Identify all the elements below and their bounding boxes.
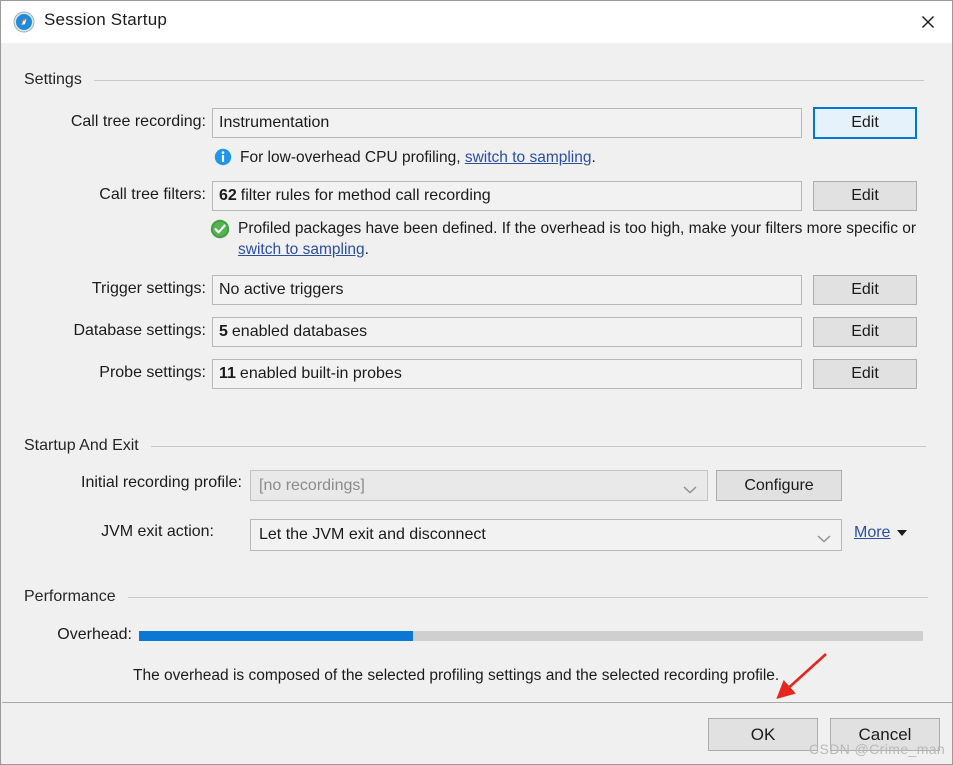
- section-rule: [93, 79, 924, 81]
- label-call-tree-recording: Call tree recording:: [70, 113, 206, 130]
- window-title: Session Startup: [44, 10, 168, 29]
- hint-prefix: For low-overhead CPU profiling,: [240, 149, 465, 166]
- hint-suffix: .: [364, 241, 369, 258]
- configure-label: Configure: [744, 476, 814, 494]
- edit-call-tree-filters-button[interactable]: Edit: [813, 181, 917, 211]
- edit-call-tree-recording-label: Edit: [851, 114, 879, 131]
- initial-recording-profile-dropdown[interactable]: [no recordings]: [250, 470, 708, 501]
- edit-call-tree-filters-label: Edit: [851, 187, 879, 204]
- jprofiler-compass-icon: [13, 11, 35, 33]
- section-title-performance: Performance: [24, 588, 116, 605]
- field-probe-settings-value: enabled built-in probes: [239, 365, 402, 382]
- edit-probe-settings-button[interactable]: Edit: [813, 359, 917, 389]
- ok-label: OK: [750, 724, 776, 744]
- field-probe-settings-count: 11: [219, 365, 236, 382]
- more-link[interactable]: More: [854, 524, 908, 542]
- label-jvm-exit-action: JVM exit action:: [101, 523, 214, 540]
- label-overhead: Overhead:: [57, 626, 132, 643]
- cancel-button[interactable]: Cancel: [830, 718, 940, 751]
- configure-button[interactable]: Configure: [716, 470, 842, 501]
- switch-to-sampling-link-1[interactable]: switch to sampling: [465, 149, 592, 166]
- success-check-icon: [210, 219, 230, 239]
- label-call-tree-filters: Call tree filters:: [99, 186, 206, 203]
- edit-database-settings-button[interactable]: Edit: [813, 317, 917, 347]
- close-button[interactable]: [902, 1, 952, 43]
- close-icon: [922, 16, 934, 28]
- label-probe-settings: Probe settings:: [99, 364, 206, 381]
- label-database-settings: Database settings:: [73, 322, 206, 339]
- cancel-label: Cancel: [858, 724, 912, 744]
- label-initial-recording-profile: Initial recording profile:: [81, 474, 242, 491]
- hint-call-tree-filters: Profiled packages have been defined. If …: [238, 218, 928, 260]
- field-trigger-settings-value: No active triggers: [219, 281, 344, 298]
- dialog-footer: OK Cancel: [2, 702, 952, 764]
- hint-suffix: .: [591, 149, 596, 166]
- edit-trigger-settings-label: Edit: [851, 281, 879, 298]
- edit-probe-settings-label: Edit: [851, 365, 879, 382]
- performance-description: The overhead is composed of the selected…: [133, 667, 780, 684]
- field-call-tree-recording[interactable]: Instrumentation: [212, 108, 802, 138]
- field-database-settings[interactable]: 5 enabled databases: [212, 317, 802, 347]
- initial-recording-profile-value: [no recordings]: [259, 476, 365, 494]
- ok-button[interactable]: OK: [708, 718, 818, 751]
- jvm-exit-action-value: Let the JVM exit and disconnect: [259, 526, 486, 543]
- jvm-exit-action-dropdown[interactable]: Let the JVM exit and disconnect: [250, 519, 842, 551]
- section-title-settings: Settings: [24, 71, 82, 88]
- field-call-tree-filters-count: 62: [219, 187, 237, 204]
- more-label: More: [854, 524, 891, 541]
- section-header-performance: Performance: [24, 588, 928, 606]
- field-probe-settings[interactable]: 11 enabled built-in probes: [212, 359, 802, 389]
- overhead-progress-fill: [139, 631, 414, 641]
- field-call-tree-filters-value: filter rules for method call recording: [240, 187, 491, 204]
- section-header-startup-and-exit: Startup And Exit: [24, 437, 926, 455]
- edit-database-settings-label: Edit: [851, 323, 879, 340]
- info-icon: [214, 148, 232, 166]
- dialog-body: Settings Call tree recording: Instrument…: [2, 43, 952, 702]
- field-call-tree-recording-value: Instrumentation: [219, 114, 330, 131]
- edit-call-tree-recording-button[interactable]: Edit: [813, 107, 917, 139]
- field-trigger-settings[interactable]: No active triggers: [212, 275, 802, 305]
- label-trigger-settings: Trigger settings:: [91, 280, 206, 297]
- field-call-tree-filters[interactable]: 62 filter rules for method call recordin…: [212, 181, 802, 211]
- chevron-down-icon: [817, 531, 831, 543]
- chevron-down-icon: [683, 481, 697, 493]
- section-rule: [150, 445, 926, 447]
- hint-call-tree-recording: For low-overhead CPU profiling, switch t…: [240, 147, 596, 168]
- overhead-progress-bar: [139, 631, 923, 641]
- section-rule: [127, 596, 928, 598]
- triangle-down-icon: [897, 530, 908, 536]
- session-startup-dialog: Session Startup Settings Call tree recor…: [0, 0, 953, 765]
- edit-trigger-settings-button[interactable]: Edit: [813, 275, 917, 305]
- section-header-settings: Settings: [24, 71, 924, 89]
- field-database-settings-value: enabled databases: [231, 323, 368, 340]
- hint-prefix: Profiled packages have been defined. If …: [238, 220, 917, 237]
- switch-to-sampling-link-2[interactable]: switch to sampling: [238, 241, 365, 258]
- title-bar: Session Startup: [1, 1, 952, 43]
- field-database-settings-count: 5: [219, 323, 228, 340]
- section-title-startup-and-exit: Startup And Exit: [24, 437, 139, 454]
